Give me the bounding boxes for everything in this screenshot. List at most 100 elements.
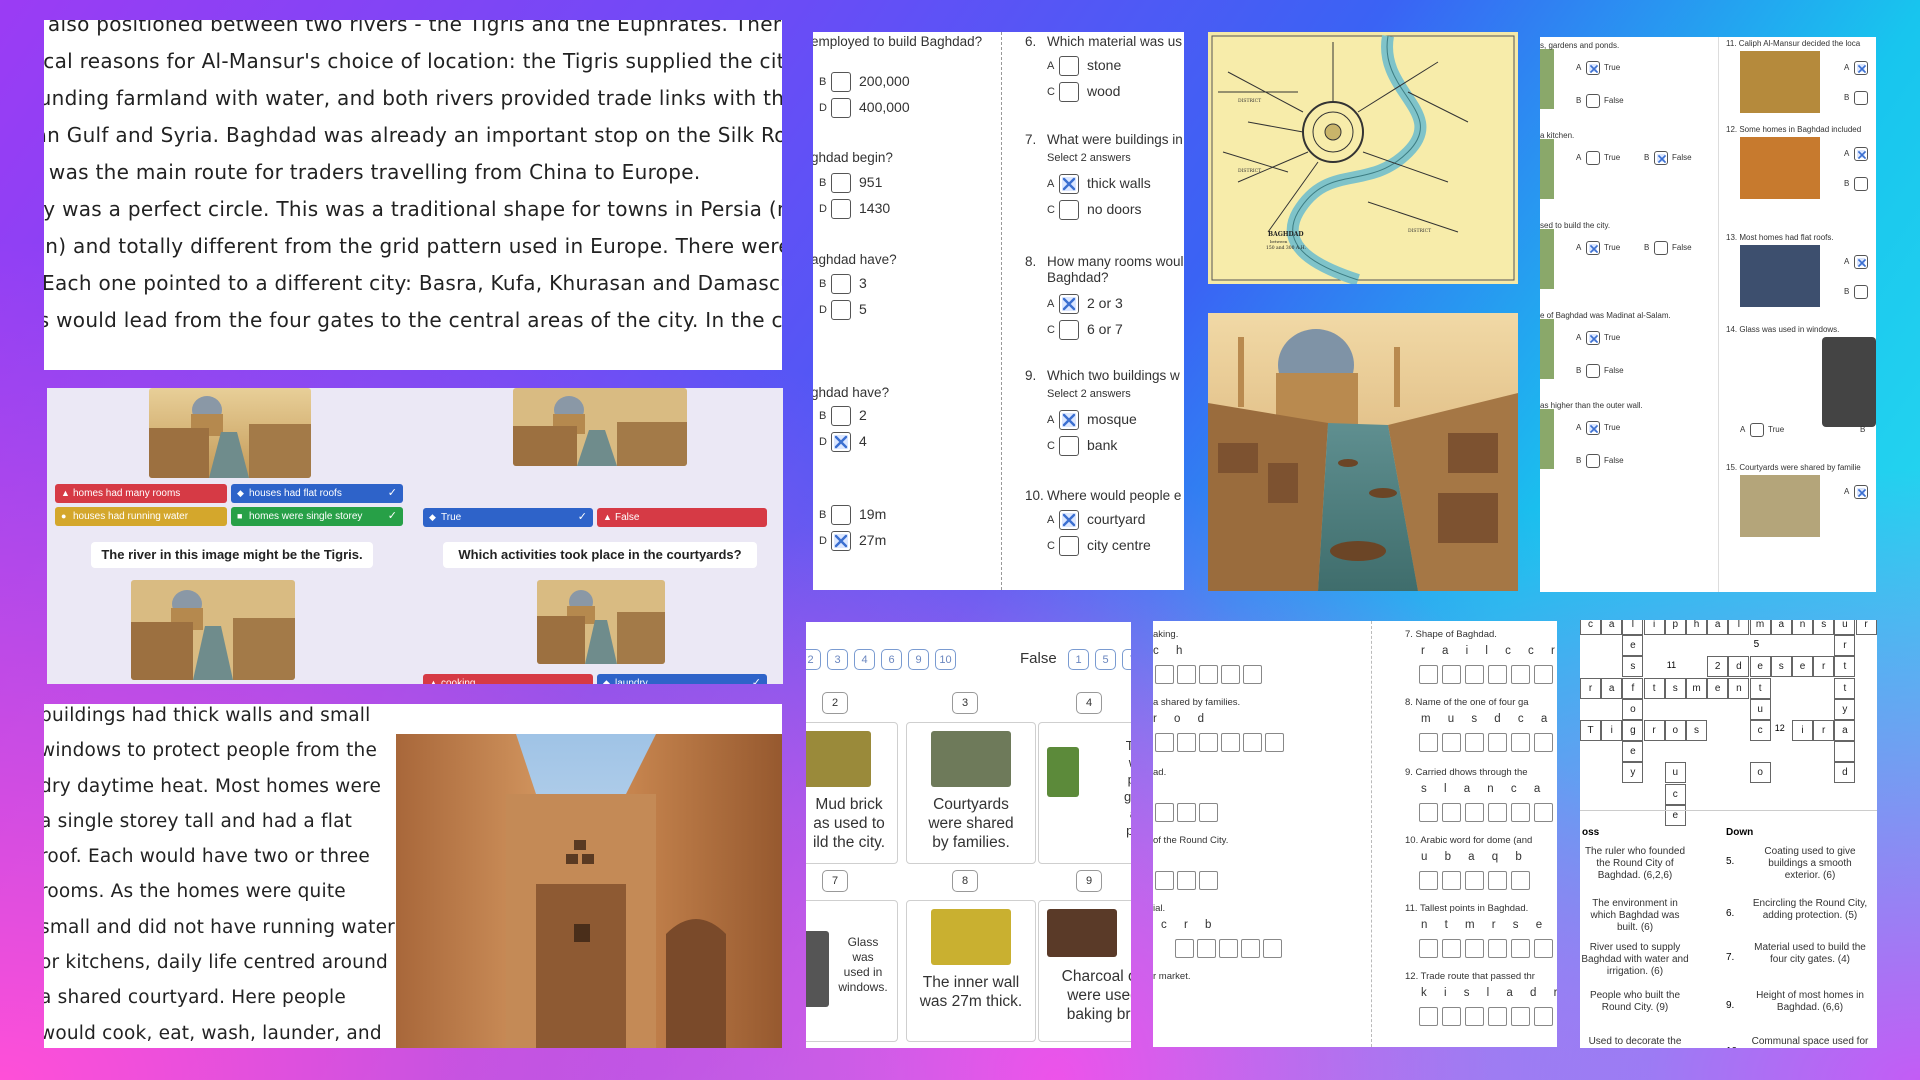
answer-box[interactable] xyxy=(1175,939,1194,958)
true-checkbox[interactable] xyxy=(1750,423,1764,437)
crossword-cell[interactable]: a xyxy=(1834,720,1856,741)
crossword-cell[interactable]: c xyxy=(1664,783,1686,805)
crossword-cell[interactable]: n xyxy=(1728,677,1750,699)
answer-box[interactable] xyxy=(1197,939,1216,958)
crossword-cell[interactable]: l xyxy=(1728,620,1750,635)
crossword-cell[interactable]: g xyxy=(1622,720,1644,741)
answer-checkbox[interactable] xyxy=(1059,410,1079,430)
number-pill[interactable]: 1 xyxy=(1068,649,1089,670)
crossword-cell[interactable]: e xyxy=(1664,804,1686,826)
crossword-cell[interactable]: d xyxy=(1728,656,1750,678)
answer-checkbox[interactable] xyxy=(831,432,851,452)
crossword-cell[interactable]: t xyxy=(1643,677,1665,699)
true-checkbox[interactable] xyxy=(1586,151,1600,165)
crossword-cell[interactable]: s xyxy=(1664,677,1686,699)
false-checkbox[interactable] xyxy=(1854,91,1868,105)
answer-box[interactable] xyxy=(1155,733,1174,752)
answer-box[interactable] xyxy=(1465,803,1484,822)
answer-box[interactable] xyxy=(1511,1007,1530,1026)
fact-card[interactable]: Charcoal ov were used baking bre xyxy=(1038,900,1131,1042)
answer-checkbox[interactable] xyxy=(1059,200,1079,220)
crossword-cell[interactable]: r xyxy=(1580,677,1601,699)
crossword-cell[interactable]: e xyxy=(1622,741,1644,763)
crossword-cell[interactable]: e xyxy=(1622,635,1644,657)
crossword-cell[interactable]: u xyxy=(1834,620,1856,635)
answer-checkbox[interactable] xyxy=(1059,510,1079,530)
crossword-cell[interactable]: p xyxy=(1664,620,1686,635)
answer-box[interactable] xyxy=(1511,939,1530,958)
crossword-cell[interactable]: e xyxy=(1707,677,1729,699)
crossword-cell[interactable]: s xyxy=(1686,720,1707,741)
crossword-cell[interactable]: n xyxy=(1792,620,1813,635)
crossword-cell[interactable]: r xyxy=(1855,620,1877,635)
answer-box[interactable] xyxy=(1534,1007,1553,1026)
crossword-cell[interactable]: i xyxy=(1601,720,1623,741)
crossword-cell[interactable]: a xyxy=(1707,620,1729,635)
answer-box[interactable] xyxy=(1442,665,1461,684)
answer-box[interactable] xyxy=(1465,733,1484,752)
number-pill[interactable]: 3 xyxy=(827,649,848,670)
answer-box[interactable] xyxy=(1511,665,1530,684)
answer-box[interactable] xyxy=(1442,803,1461,822)
true-checkbox[interactable] xyxy=(1854,255,1868,269)
false-checkbox[interactable] xyxy=(1586,364,1600,378)
number-pill[interactable]: 4 xyxy=(854,649,875,670)
answer-box[interactable] xyxy=(1243,733,1262,752)
answer-box[interactable] xyxy=(1263,939,1282,958)
fact-card[interactable]: The we par gard an pon xyxy=(1038,722,1131,864)
answer-box[interactable] xyxy=(1155,871,1174,890)
crossword-cell[interactable]: s xyxy=(1813,620,1835,635)
answer-box[interactable] xyxy=(1265,733,1284,752)
answer-box[interactable] xyxy=(1177,733,1196,752)
answer-box[interactable] xyxy=(1534,733,1553,752)
answer-box[interactable] xyxy=(1199,871,1218,890)
answer-box[interactable] xyxy=(1488,665,1507,684)
true-checkbox[interactable] xyxy=(1586,331,1600,345)
answer-box[interactable] xyxy=(1419,665,1438,684)
true-checkbox[interactable] xyxy=(1854,147,1868,161)
answer-box[interactable] xyxy=(1219,939,1238,958)
crossword-cell[interactable]: r xyxy=(1813,720,1835,741)
answer-box[interactable] xyxy=(1465,665,1484,684)
answer-box[interactable] xyxy=(1177,803,1196,822)
answer-checkbox[interactable] xyxy=(1059,320,1079,340)
answer-box[interactable] xyxy=(1199,733,1218,752)
false-checkbox[interactable] xyxy=(1654,151,1668,165)
crossword-cell[interactable]: c xyxy=(1580,620,1601,635)
answer-checkbox[interactable] xyxy=(831,300,851,320)
number-pill[interactable]: 9 xyxy=(908,649,929,670)
number-pill[interactable]: 5 xyxy=(1095,649,1116,670)
fact-card[interactable]: Mud brick as used to ild the city. xyxy=(806,722,898,864)
answer-box[interactable] xyxy=(1511,871,1530,890)
crossword-cell[interactable]: a xyxy=(1601,620,1623,635)
answer-box[interactable] xyxy=(1419,1007,1438,1026)
false-checkbox[interactable] xyxy=(1586,94,1600,108)
true-checkbox[interactable] xyxy=(1854,485,1868,499)
answer-option[interactable]: ◆ laundry ✓ xyxy=(597,674,767,684)
answer-box[interactable] xyxy=(1419,871,1438,890)
crossword-cell[interactable]: m xyxy=(1686,677,1707,699)
answer-box[interactable] xyxy=(1442,733,1461,752)
crossword-cell[interactable]: h xyxy=(1686,620,1707,635)
answer-box[interactable] xyxy=(1155,803,1174,822)
answer-box[interactable] xyxy=(1419,803,1438,822)
crossword-cell[interactable]: t xyxy=(1834,656,1856,678)
answer-box[interactable] xyxy=(1419,939,1438,958)
crossword-cell[interactable]: r xyxy=(1643,720,1665,741)
fact-card[interactable]: The inner wall was 27m thick. xyxy=(906,900,1036,1042)
answer-box[interactable] xyxy=(1442,871,1461,890)
answer-box[interactable] xyxy=(1534,665,1553,684)
answer-checkbox[interactable] xyxy=(1059,56,1079,76)
true-checkbox[interactable] xyxy=(1854,61,1868,75)
false-checkbox[interactable] xyxy=(1586,454,1600,468)
true-checkbox[interactable] xyxy=(1586,61,1600,75)
crossword-cell[interactable]: c xyxy=(1749,720,1771,741)
fact-card[interactable]: Courtyards were shared by families. xyxy=(906,722,1036,864)
answer-checkbox[interactable] xyxy=(831,406,851,426)
answer-box[interactable] xyxy=(1241,939,1260,958)
crossword-cell[interactable] xyxy=(1834,741,1856,763)
answer-option[interactable]: ▲ False xyxy=(597,508,767,527)
false-checkbox[interactable] xyxy=(1854,285,1868,299)
answer-checkbox[interactable] xyxy=(831,274,851,294)
crossword-cell[interactable]: a xyxy=(1601,677,1623,699)
